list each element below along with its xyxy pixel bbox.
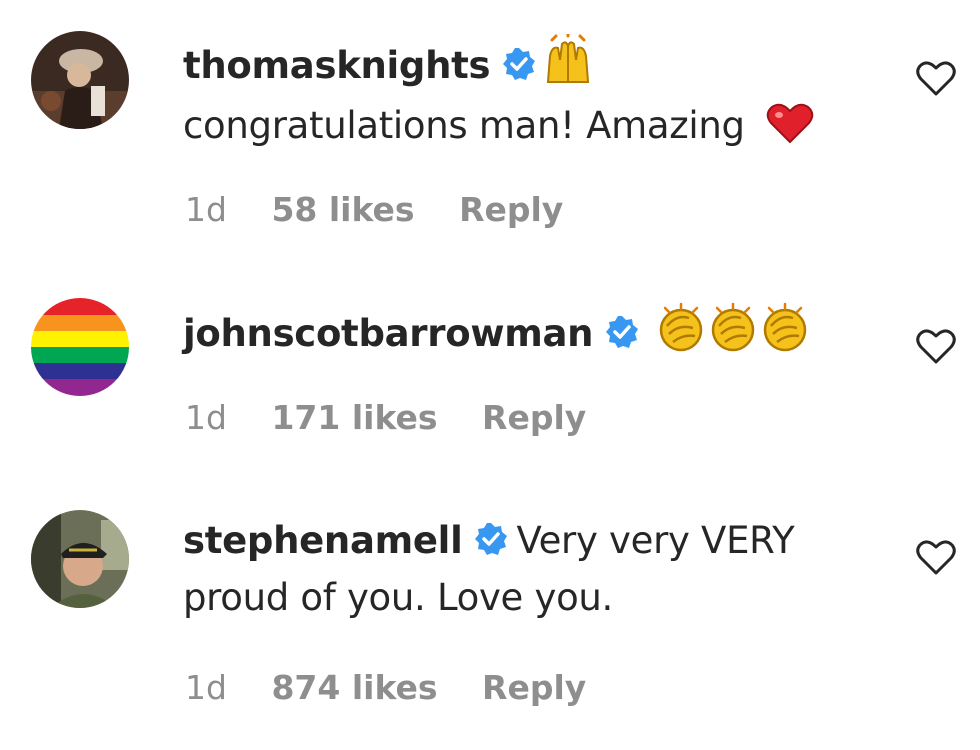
reply-button[interactable]: Reply [482, 668, 586, 707]
avatar-stephenamell[interactable] [31, 510, 129, 608]
clapping-hands-emoji-icon [759, 302, 811, 367]
comment-meta: 1d 171 likes Reply [185, 398, 620, 437]
comment-meta: 1d 58 likes Reply [185, 190, 597, 229]
username[interactable]: stephenamell [183, 519, 463, 562]
avatar-thomasknights[interactable] [31, 31, 129, 129]
reply-button[interactable]: Reply [459, 190, 563, 229]
like-heart-icon[interactable] [915, 326, 957, 366]
raising-hands-emoji-icon [544, 30, 592, 99]
likes-count-link[interactable]: 171 likes [271, 398, 437, 437]
comment-time[interactable]: 1d [185, 190, 227, 229]
comment-time[interactable]: 1d [185, 398, 227, 437]
red-heart-emoji-icon [766, 102, 814, 159]
verified-badge-icon [605, 310, 639, 364]
comment-text-line-2: proud of you. Love you. [183, 576, 614, 619]
like-heart-icon[interactable] [915, 537, 957, 577]
comment-text-line-1: Very very VERY [516, 519, 795, 562]
clapping-hands-emoji-icon [655, 302, 707, 367]
likes-count-link[interactable]: 58 likes [271, 190, 414, 229]
verified-badge-icon [474, 517, 508, 571]
verified-badge-icon [502, 42, 536, 96]
comment-meta: 1d 874 likes Reply [185, 668, 620, 707]
comment-text: congratulations man! Amazing [183, 104, 745, 147]
username[interactable]: thomasknights [183, 44, 491, 87]
like-heart-icon[interactable] [915, 58, 957, 98]
likes-count-link[interactable]: 874 likes [271, 668, 437, 707]
reply-button[interactable]: Reply [482, 398, 586, 437]
username[interactable]: johnscotbarrowman [183, 312, 593, 355]
comment-time[interactable]: 1d [185, 668, 227, 707]
avatar-johnscotbarrowman[interactable] [31, 298, 129, 396]
clapping-hands-emoji-icon [707, 302, 759, 367]
